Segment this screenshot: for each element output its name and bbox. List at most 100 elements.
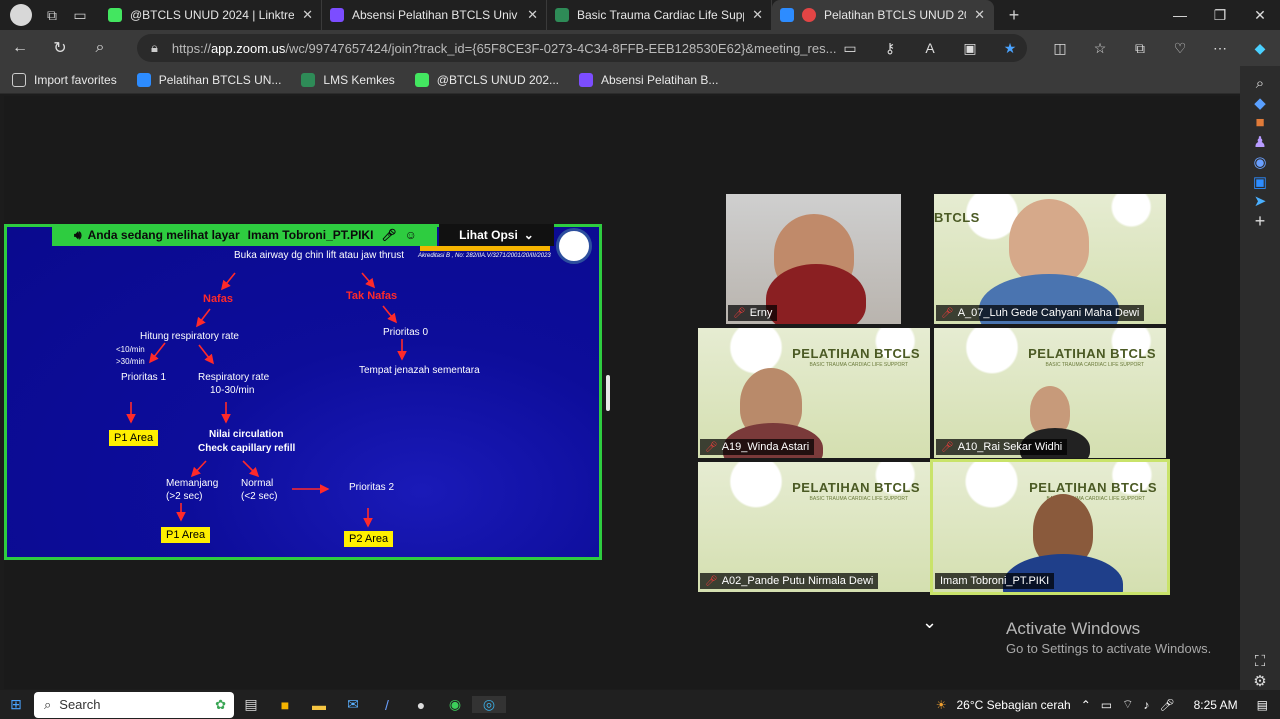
linktree-icon: [414, 72, 429, 87]
file-explorer-icon[interactable]: ▬: [302, 697, 336, 713]
network-icon[interactable]: ⌔: [1122, 697, 1133, 712]
heart-icon[interactable]: ♡: [1160, 40, 1200, 57]
participant-tile[interactable]: PELATIHAN BTCLS BASIC TRAUMA CARDIAC LIF…: [934, 328, 1166, 458]
more-icon[interactable]: ⋯: [1200, 40, 1240, 57]
send-icon[interactable]: ➤: [1240, 191, 1280, 211]
bookmark-zoom[interactable]: Pelatihan BTCLS UN...: [136, 72, 281, 87]
chevron-down-icon: ⌄: [523, 228, 534, 242]
close-window-icon[interactable]: ✕: [1240, 7, 1280, 24]
refresh-icon[interactable]: ↻: [40, 38, 80, 58]
flow-airway: Buka airway dg chin lift atau jaw thrust: [234, 250, 405, 261]
plant-icon: ✿: [215, 696, 226, 712]
briefcase-icon[interactable]: ■: [1240, 113, 1280, 133]
bookmark-import[interactable]: Import favorites: [12, 72, 117, 87]
flow-tak-nafas: Tak Nafas: [346, 290, 398, 302]
shared-screen: [4, 224, 602, 560]
view-options-button[interactable]: Lihat Opsi ⌄: [439, 224, 554, 246]
flow-normal: Normal: [241, 478, 274, 489]
bookmark-absensi[interactable]: Absensi Pelatihan B...: [579, 72, 718, 87]
split-screen-icon[interactable]: ◫: [1040, 40, 1080, 57]
taskbar: ⊞ ⌕ Search ✿ ▤ ■ ▬ ✉ / ● ◉ ◎ ☀ 26°C Seba…: [0, 690, 1280, 719]
copilot-icon[interactable]: ◆: [1240, 40, 1280, 57]
edge-icon[interactable]: ◎: [472, 696, 506, 713]
split-resize-handle[interactable]: [606, 375, 610, 411]
back-icon[interactable]: ←: [0, 39, 40, 57]
notifications-icon[interactable]: ▤: [1257, 698, 1268, 712]
favorite-star-icon[interactable]: ★: [990, 40, 1030, 57]
whatsapp-icon[interactable]: ◉: [438, 696, 472, 713]
participant-tile[interactable]: BTCLS 🎤︎ A_07_Luh Gede Cahyani Maha Dewi: [934, 194, 1166, 324]
chevron-down-icon[interactable]: ⌄: [922, 612, 937, 633]
mic-muted-icon: 🎤︎: [941, 441, 954, 453]
search-icon[interactable]: ⌕: [1240, 74, 1280, 94]
participant-tile[interactable]: 🎤︎ Erny: [726, 194, 901, 324]
profile-avatar[interactable]: [10, 4, 32, 26]
battery-icon[interactable]: ▭: [1101, 698, 1112, 712]
read-aloud-icon[interactable]: A: [910, 40, 950, 56]
copilot-icon[interactable]: ◉: [1240, 152, 1280, 172]
app-icon[interactable]: ▣: [950, 40, 990, 57]
participant-name-tag: 🎤︎ Erny: [728, 305, 778, 321]
organization-logo: [556, 228, 592, 264]
camera-icon[interactable]: ▭: [830, 40, 870, 57]
mic-muted-icon: 🎤︎: [705, 575, 718, 587]
tag-icon[interactable]: ◆: [1240, 94, 1280, 114]
chevron-up-icon[interactable]: ⌃: [1081, 698, 1091, 712]
weather-text: 26°C Sebagian cerah: [956, 697, 1071, 712]
participant-tile[interactable]: PELATIHAN BTCLS BASIC TRAUMA CARDIAC LIF…: [698, 328, 930, 458]
flow-nilai: Nilai circulation: [209, 429, 284, 440]
weather-icon[interactable]: ☀: [936, 698, 947, 712]
tab-actions-icon[interactable]: ▭: [66, 1, 94, 29]
participant-name-tag: 🎤︎ A_07_Luh Gede Cahyani Maha Dewi: [936, 305, 1145, 321]
browser-tools: ▭ ⚷ A ▣ ★ ◫ ☆ ⧉ ♡ ⋯ ◆: [830, 30, 1280, 66]
workspaces-icon[interactable]: ⧉: [38, 1, 66, 29]
screenshot-icon[interactable]: ⛶: [1240, 652, 1280, 672]
app-icon[interactable]: /: [370, 697, 404, 713]
outlook-icon[interactable]: ▣: [1240, 172, 1280, 192]
new-tab-icon[interactable]: +: [1000, 1, 1028, 29]
bookmark-linktree[interactable]: @BTCLS UNUD 202...: [414, 72, 559, 87]
participant-name-tag: Imam Tobroni_PT.PIKI: [935, 573, 1055, 589]
flow-rr-range: 10-30/min: [210, 385, 255, 396]
close-tab-icon[interactable]: ✕: [527, 7, 538, 23]
windows-start-icon[interactable]: ⊞: [0, 696, 32, 713]
mic-icon[interactable]: 🎤︎: [1159, 698, 1174, 712]
close-tab-icon[interactable]: ✕: [974, 7, 985, 23]
minimize-icon[interactable]: —: [1160, 7, 1200, 23]
collections-icon[interactable]: ⧉: [1120, 40, 1160, 57]
clock-text: 8:25 AM: [1193, 697, 1238, 712]
tab-linktree[interactable]: @BTCLS UNUD 2024 | Linktree ✕: [100, 0, 322, 30]
participant-tile[interactable]: PELATIHAN BTCLS BASIC TRAUMA CARDIAC LIF…: [698, 462, 930, 592]
task-view-icon[interactable]: ▤: [234, 696, 268, 713]
bookmark-lms[interactable]: LMS Kemkes: [301, 72, 395, 87]
volume-icon[interactable]: ♪: [1143, 698, 1149, 712]
games-icon[interactable]: ♟: [1240, 133, 1280, 153]
mic-muted-icon: 🎤︎: [381, 228, 397, 242]
flow-prioritas1: Prioritas 1: [121, 372, 167, 383]
slide-yellow-bar: [420, 246, 550, 251]
key-icon[interactable]: ⚷: [870, 40, 910, 57]
settings-icon[interactable]: ⚙: [1240, 672, 1280, 692]
status-icon: ☺: [404, 228, 417, 242]
flow-p1-area-bottom: P1 Area: [161, 527, 211, 543]
flow-lt2: (<2 sec): [241, 491, 278, 502]
flow-gt30: >30/min: [116, 357, 145, 366]
mail-icon[interactable]: ✉: [336, 696, 370, 713]
tab-lms[interactable]: Basic Trauma Cardiac Life Suppor ✕: [547, 0, 772, 30]
chat-icon[interactable]: ●: [404, 697, 438, 713]
flow-p1-area-top: P1 Area: [109, 430, 159, 446]
bookmarks-bar: Import favorites Pelatihan BTCLS UN... L…: [0, 66, 1280, 94]
flow-hitung: Hitung respiratory rate: [140, 331, 239, 342]
add-icon[interactable]: +: [1240, 211, 1280, 232]
tab-absensi[interactable]: Absensi Pelatihan BTCLS Univ Ud ✕: [322, 0, 547, 30]
taskbar-search[interactable]: ⌕ Search ✿: [34, 691, 234, 718]
restore-icon[interactable]: ❐: [1200, 7, 1240, 24]
activate-windows-subtitle: Go to Settings to activate Windows.: [1006, 641, 1212, 656]
favorites-icon[interactable]: ☆: [1080, 40, 1120, 57]
close-tab-icon[interactable]: ✕: [302, 7, 313, 23]
participant-tile-active-speaker[interactable]: PELATIHAN BTCLS BASIC TRAUMA CARDIAC LIF…: [930, 459, 1170, 595]
tab-zoom[interactable]: Pelatihan BTCLS UNUD 2024 ✕: [772, 0, 994, 30]
store-icon[interactable]: ■: [268, 697, 302, 713]
close-tab-icon[interactable]: ✕: [752, 7, 763, 23]
search-icon[interactable]: ⌕: [80, 39, 120, 57]
